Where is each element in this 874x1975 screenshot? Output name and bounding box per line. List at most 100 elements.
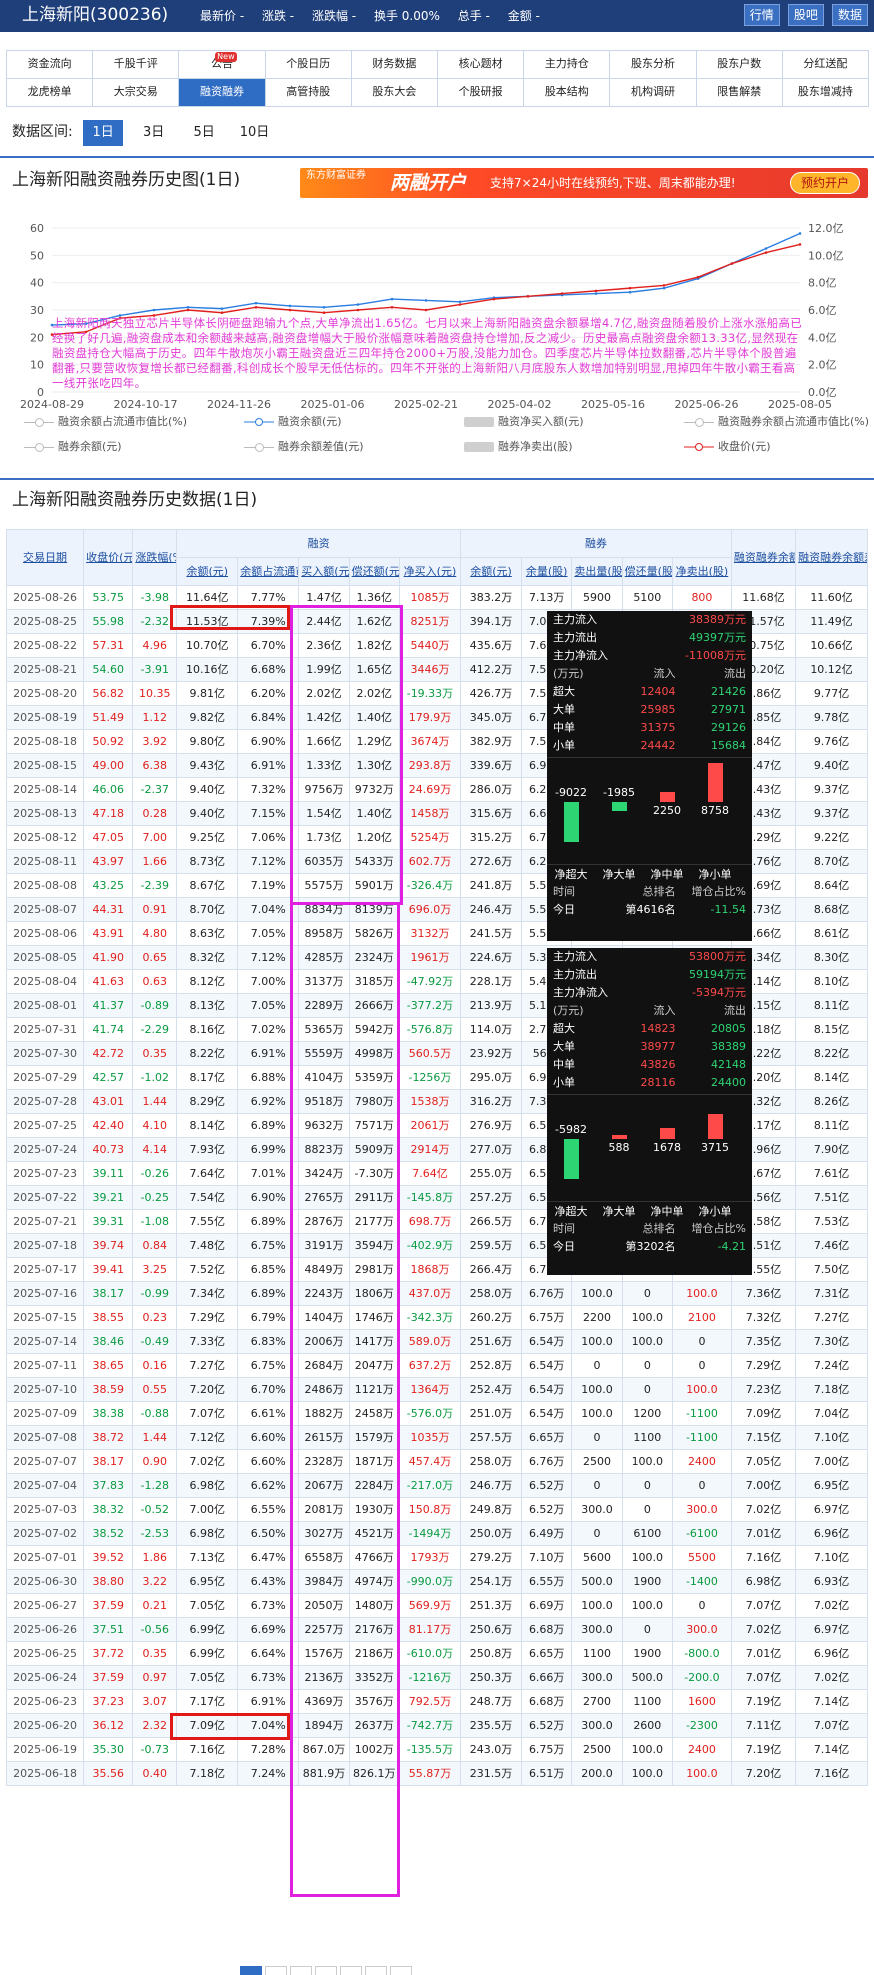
nav-item[interactable]: 机构调研 [609, 78, 697, 107]
page-button[interactable] [290, 1966, 312, 1975]
table-cell: 6.89% [237, 1209, 300, 1234]
th-rq-volume[interactable]: 余量(股) [521, 557, 573, 586]
table-cell: 1.36亿 [348, 585, 400, 610]
table-cell: 6.85% [237, 1257, 300, 1282]
table-cell: 2067万 [298, 1473, 350, 1498]
rank-row: 今日 第3202名 -4.21 [547, 1238, 752, 1256]
table-cell: 249.8万 [459, 1497, 523, 1522]
table-cell: 7.27亿 [176, 1353, 239, 1378]
table-cell: 3674万 [398, 729, 462, 754]
nav-item[interactable]: 限售解禁 [695, 78, 783, 107]
table-cell: 2025-07-16 [5, 1281, 85, 1306]
page-button[interactable] [340, 1966, 362, 1975]
table-cell: 1.42亿 [298, 705, 350, 730]
page-button[interactable] [365, 1966, 387, 1975]
table-cell: 11.68亿 [730, 585, 797, 610]
th-rq-repay[interactable]: 偿还量(股) [621, 557, 673, 586]
nav-item[interactable]: 公告 New [178, 50, 266, 79]
table-cell: 7.02亿 [730, 1497, 797, 1522]
nav-item[interactable]: 股东分析 [609, 50, 697, 79]
legend-item[interactable]: 融资余额占流通市值比(%) [24, 415, 187, 429]
table-cell: 1882万 [298, 1401, 350, 1426]
legend-item[interactable]: 融券净卖出(股) [464, 440, 573, 454]
th-rz-net[interactable]: 净买入(元) [398, 557, 462, 586]
nav-item[interactable]: 核心题材 [437, 50, 525, 79]
legend-item[interactable]: 融资融券余额占流通市值比(%) [684, 415, 869, 429]
nav-item[interactable]: 股东大会 [350, 78, 439, 107]
quote-stats: 最新价 - 涨跌 - 涨跌幅 - 换手 0.00% 总手 - 金额 - [200, 8, 554, 24]
th-rz-repay[interactable]: 偿还额(元) [348, 557, 400, 586]
x-tick: 2024-11-26 [207, 398, 271, 411]
table-cell: 6.52万 [521, 1713, 573, 1738]
th-total-balance[interactable]: 融资融券余额(元) [730, 529, 797, 586]
page-button[interactable] [315, 1966, 337, 1975]
table-cell: 6.90% [237, 1185, 300, 1210]
th-rz-buy[interactable]: 买入额(元) [298, 557, 350, 586]
th-balance-diff[interactable]: 融资融券余额差值(元) [795, 529, 868, 586]
table-cell: 0.23 [132, 1305, 178, 1330]
y-tick-left: 60 [30, 222, 44, 235]
nav-item[interactable]: 资金流向 [6, 50, 94, 79]
table-cell: 8834万 [298, 897, 350, 922]
table-cell: 6.75万 [521, 1737, 573, 1762]
margin-account-ad[interactable]: 东方财富证券 两融开户 支持7×24小时在线预约,下班、周末都能办理! 预约开户 [300, 168, 868, 198]
range-1d[interactable]: 1日 [83, 120, 124, 146]
th-rq-balance[interactable]: 余额(元) [459, 557, 523, 586]
table-cell: 1480万 [348, 1593, 400, 1618]
table-cell: 24.69万 [398, 777, 462, 802]
nav-item[interactable]: 个股日历 [264, 50, 352, 79]
nav-item[interactable]: 高管持股 [264, 78, 352, 107]
net-flow-label: 净小单 [698, 868, 732, 881]
nav-item[interactable]: 主力持仓 [523, 50, 611, 79]
legend-item[interactable]: 融券余额(元) [24, 440, 122, 454]
table-cell: 2025-07-08 [5, 1425, 85, 1450]
page-button[interactable] [240, 1966, 262, 1975]
th-date[interactable]: 交易日期 [5, 529, 85, 586]
nav-item[interactable]: 分红送配 [781, 50, 870, 79]
forum-button[interactable]: 股吧 [787, 4, 824, 26]
table-cell: 100.0 [621, 1305, 673, 1330]
legend-item[interactable]: 融资余额(元) [244, 415, 342, 429]
table-cell: 2666万 [348, 993, 400, 1018]
table-cell: 7.02亿 [176, 1449, 239, 1474]
ad-button[interactable]: 预约开户 [789, 172, 860, 194]
page-button[interactable] [265, 1966, 287, 1975]
nav-item[interactable]: 龙虎榜单 [6, 78, 94, 107]
nav-item[interactable]: 股东户数 [695, 50, 783, 79]
table-cell: 426.7万 [459, 681, 523, 706]
nav-item[interactable]: 融资融券 [178, 78, 266, 107]
range-5d[interactable]: 5日 [184, 120, 224, 146]
page-button[interactable] [390, 1966, 412, 1975]
range-10d[interactable]: 10日 [235, 120, 275, 146]
nav-item[interactable]: 财务数据 [350, 50, 439, 79]
quote-button[interactable]: 行情 [743, 4, 780, 26]
legend-item[interactable]: 收盘价(元) [684, 440, 771, 454]
th-change-pct[interactable]: 涨跌幅(%) [132, 529, 178, 586]
legend-item[interactable]: 融券余额差值(元) [244, 440, 364, 454]
th-rz-ratio[interactable]: 余额占流通市值比 [237, 557, 300, 586]
stat-amount: 金额 - [507, 9, 540, 23]
nav-item[interactable]: 大宗交易 [92, 78, 180, 107]
nav-item[interactable]: 股东增减持 [781, 78, 870, 107]
th-rq-sell[interactable]: 卖出量(股) [571, 557, 623, 586]
table-cell: 1085万 [398, 585, 462, 610]
table-cell: 8.14亿 [176, 1113, 239, 1138]
nav-item[interactable]: 股本结构 [523, 78, 611, 107]
data-button[interactable]: 数据 [831, 4, 868, 26]
nav-item[interactable]: 个股研报 [437, 78, 525, 107]
th-close[interactable]: 收盘价(元) [83, 529, 134, 586]
nav-item[interactable]: 千股千评 [92, 50, 180, 79]
th-rq-net[interactable]: 净卖出(股) [671, 557, 732, 586]
table-cell: 3.25 [132, 1257, 178, 1282]
flow-type: 超大 [553, 685, 575, 698]
legend-item[interactable]: 融资净买入额(元) [464, 415, 584, 429]
table-cell: -990.0万 [398, 1569, 462, 1594]
flow-out: 27971 [711, 703, 746, 716]
table-cell: 7.51亿 [795, 1185, 868, 1210]
table-cell: 213.9万 [459, 993, 523, 1018]
range-3d[interactable]: 3日 [134, 120, 174, 146]
legend-line-icon [244, 442, 274, 452]
x-tick: 2025-02-21 [394, 398, 458, 411]
th-rz-balance[interactable]: 余额(元) [176, 557, 239, 586]
table-cell: 0.55 [132, 1377, 178, 1402]
